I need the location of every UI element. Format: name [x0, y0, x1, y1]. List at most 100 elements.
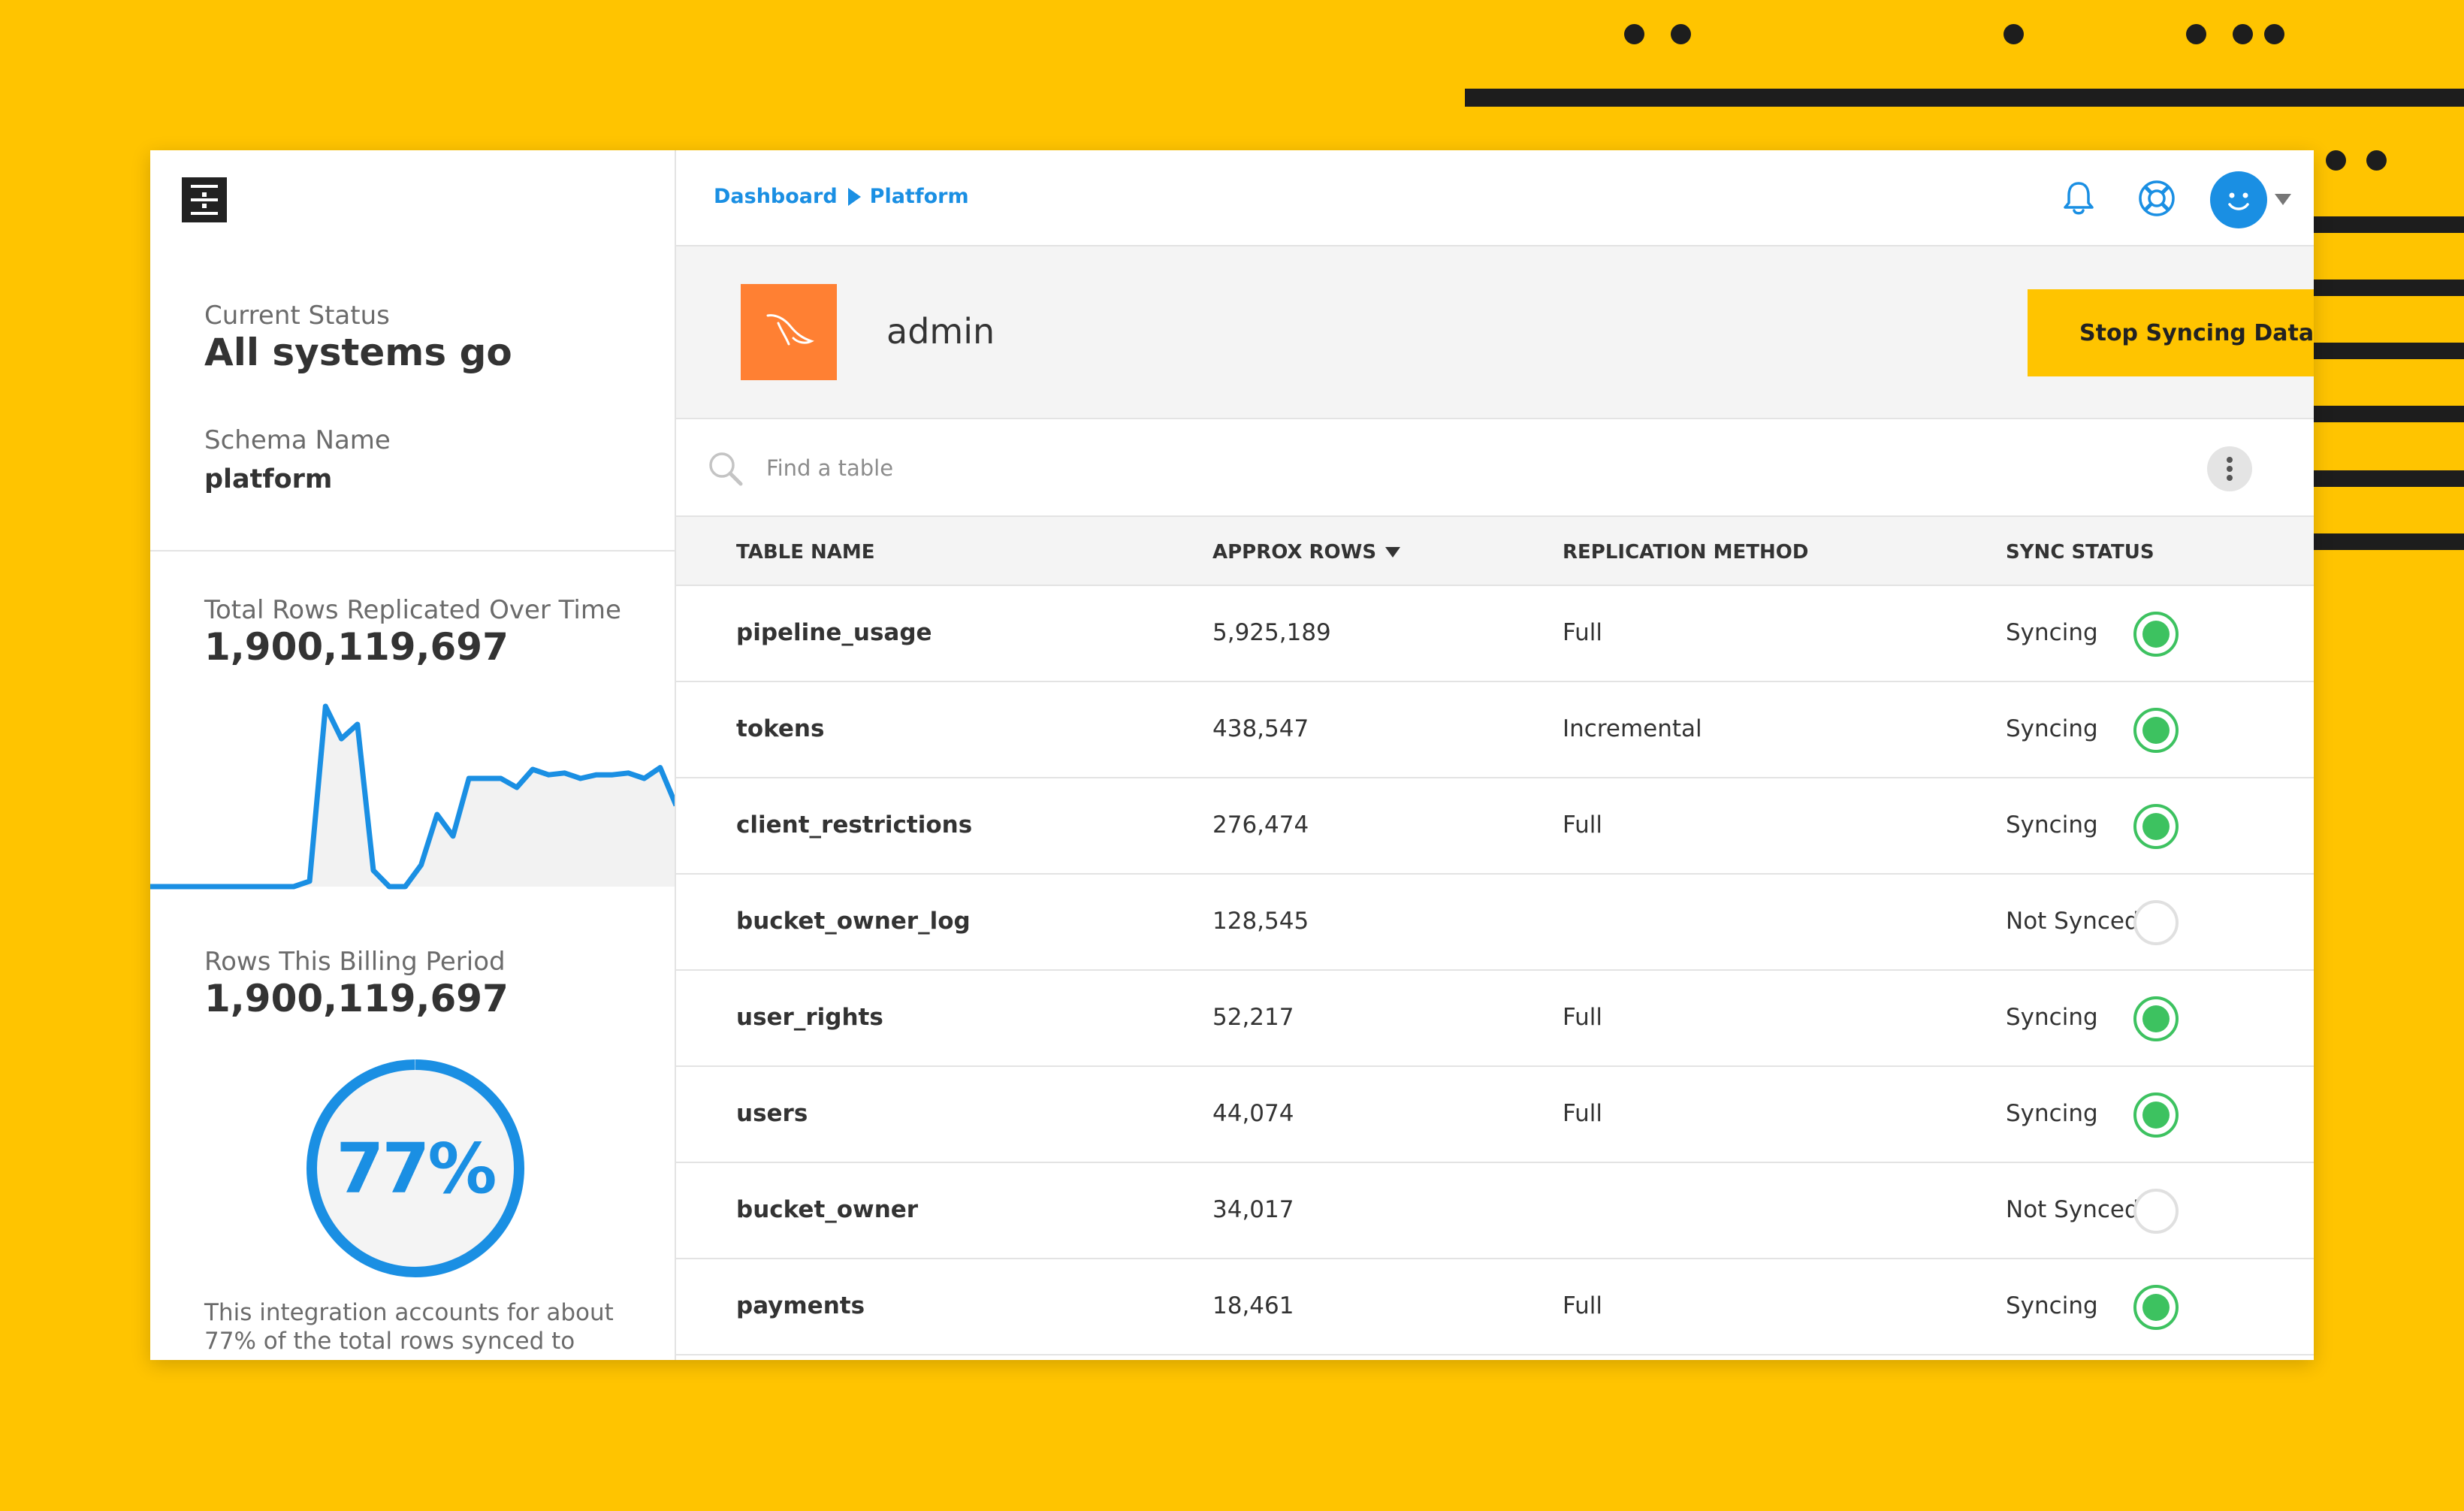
decor-stripe	[1465, 89, 2464, 107]
chevron-down-icon[interactable]	[2275, 194, 2291, 205]
table-row[interactable]: pipeline_usage 5,925,189 Full Syncing	[676, 586, 2314, 682]
replication-method-cell: Full	[1563, 811, 1603, 839]
column-header-sync-status[interactable]: SYNC STATUS	[2006, 541, 2154, 564]
sync-toggle[interactable]	[2133, 708, 2179, 753]
decor-dot	[1671, 24, 1691, 44]
search-bar	[676, 419, 2314, 517]
table-row[interactable]: user_rights 52,217 Full Syncing	[676, 971, 2314, 1067]
table-name-cell[interactable]: pipeline_usage	[736, 619, 932, 646]
current-status-value: All systems go	[204, 331, 512, 374]
decor-stripe	[2299, 216, 2464, 233]
breadcrumb: Dashboard Platform	[714, 185, 969, 208]
replication-method-cell: Full	[1563, 619, 1603, 646]
sync-toggle[interactable]	[2133, 1285, 2179, 1330]
replication-method-cell: Full	[1563, 1292, 1603, 1319]
sync-toggle[interactable]	[2133, 900, 2179, 945]
decor-dot	[1624, 24, 1644, 44]
decor-dot	[2326, 150, 2346, 171]
sync-status-cell: Syncing	[2006, 1100, 2098, 1127]
usage-percent: 77%	[336, 1128, 497, 1209]
total-rows-value: 1,900,119,697	[204, 625, 509, 669]
approx-rows-cell: 44,074	[1212, 1100, 1294, 1127]
schema-name-label: Schema Name	[204, 425, 391, 455]
table-name-cell[interactable]: client_restrictions	[736, 811, 972, 839]
integration-name: admin	[886, 311, 995, 352]
smiley-avatar-icon[interactable]	[2210, 171, 2267, 228]
search-icon	[709, 452, 743, 486]
sync-status-cell: Syncing	[2006, 1004, 2098, 1031]
sync-status-cell: Syncing	[2006, 715, 2098, 742]
table-row[interactable]: bucket_owner_log 128,545 Not Synced	[676, 875, 2314, 971]
sidebar-divider	[150, 550, 675, 552]
table-row[interactable]: client_restrictions 276,474 Full Syncing	[676, 778, 2314, 875]
main-panel: Dashboard Platform admin Stop Syncing Da…	[676, 150, 2314, 1360]
decor-stripe	[2299, 280, 2464, 296]
approx-rows-cell: 18,461	[1212, 1292, 1294, 1319]
sync-status-cell: Syncing	[2006, 1292, 2098, 1319]
total-rows-label: Total Rows Replicated Over Time	[204, 595, 621, 625]
decor-dot	[2004, 24, 2024, 44]
schema-name-value: platform	[204, 464, 333, 494]
sync-toggle[interactable]	[2133, 1189, 2179, 1234]
table-row[interactable]: users 44,074 Full Syncing	[676, 1067, 2314, 1163]
sync-status-cell: Not Synced	[2006, 908, 2139, 935]
sync-toggle[interactable]	[2133, 996, 2179, 1041]
decor-dot	[2264, 24, 2284, 44]
sync-status-cell: Not Synced	[2006, 1196, 2139, 1223]
billing-period-value: 1,900,119,697	[204, 977, 509, 1020]
column-header-table-name[interactable]: TABLE NAME	[736, 541, 875, 564]
bell-icon[interactable]	[2058, 177, 2100, 219]
table-name-cell[interactable]: payments	[736, 1292, 865, 1319]
table-name-cell[interactable]: users	[736, 1100, 808, 1127]
breadcrumb-dashboard[interactable]: Dashboard	[714, 185, 838, 208]
sidebar: Current Status All systems go Schema Nam…	[150, 150, 676, 1360]
approx-rows-cell: 34,017	[1212, 1196, 1294, 1223]
decor-stripe	[2299, 406, 2464, 422]
sync-toggle[interactable]	[2133, 804, 2179, 849]
decor-stripe	[2299, 343, 2464, 359]
mysql-dolphin-icon	[741, 284, 837, 380]
approx-rows-cell: 5,925,189	[1212, 619, 1331, 646]
breadcrumb-arrow-icon	[847, 187, 861, 206]
table-row[interactable]: tokens 438,547 Incremental Syncing	[676, 682, 2314, 778]
replication-method-cell: Full	[1563, 1100, 1603, 1127]
approx-rows-cell: 52,217	[1212, 1004, 1294, 1031]
approx-rows-cell: 276,474	[1212, 811, 1309, 839]
usage-note: This integration accounts for about 77% …	[204, 1299, 614, 1360]
decor-stripe	[2299, 470, 2464, 487]
column-header-approx-rows[interactable]: APPROX ROWS	[1212, 541, 1401, 564]
table-name-cell[interactable]: bucket_owner_log	[736, 908, 971, 935]
breadcrumb-platform[interactable]: Platform	[870, 185, 969, 208]
find-table-input[interactable]	[766, 442, 2043, 494]
column-header-replication-method[interactable]: REPLICATION METHOD	[1563, 541, 1808, 564]
sync-toggle[interactable]	[2133, 1092, 2179, 1138]
table-row[interactable]: bucket_owner 34,017 Not Synced	[676, 1163, 2314, 1259]
table-row[interactable]: payments 18,461 Full Syncing	[676, 1259, 2314, 1355]
approx-rows-cell: 128,545	[1212, 908, 1309, 935]
decor-dot	[2186, 24, 2206, 44]
app-window: Current Status All systems go Schema Nam…	[150, 150, 2314, 1360]
rows-over-time-chart	[150, 703, 675, 890]
lifebuoy-icon[interactable]	[2136, 177, 2178, 219]
table-name-cell[interactable]: bucket_owner	[736, 1196, 918, 1223]
table-name-cell[interactable]: user_rights	[736, 1004, 883, 1031]
decor-stripe	[2299, 533, 2464, 550]
replication-method-cell: Incremental	[1563, 715, 1702, 742]
app-logo-icon[interactable]	[182, 177, 227, 222]
current-status-label: Current Status	[204, 301, 390, 331]
table-name-cell[interactable]: tokens	[736, 715, 824, 742]
top-bar: Dashboard Platform	[676, 150, 2314, 246]
sort-desc-icon	[1385, 547, 1401, 558]
chart-area	[150, 706, 675, 887]
sync-status-cell: Syncing	[2006, 619, 2098, 646]
sync-toggle[interactable]	[2133, 612, 2179, 657]
table-header: TABLE NAME APPROX ROWS REPLICATION METHO…	[676, 517, 2314, 586]
decor-dot	[2233, 24, 2253, 44]
integration-header: admin Stop Syncing Database	[676, 246, 2314, 419]
more-options-icon[interactable]	[2207, 446, 2252, 491]
sync-status-cell: Syncing	[2006, 811, 2098, 839]
billing-period-label: Rows This Billing Period	[204, 947, 506, 977]
table-body: pipeline_usage 5,925,189 Full Syncing to…	[676, 586, 2314, 1355]
stop-syncing-button[interactable]: Stop Syncing Database	[2028, 289, 2314, 376]
decor-dot	[2366, 150, 2387, 171]
